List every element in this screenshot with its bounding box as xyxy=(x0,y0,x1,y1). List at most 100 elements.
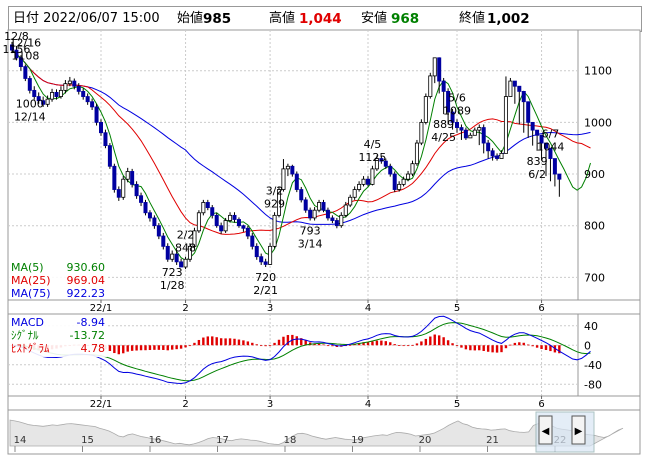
x-tick-label: 22/1 xyxy=(90,399,112,410)
macd-histogram-bar xyxy=(433,334,436,346)
candle-body xyxy=(481,127,486,144)
candle-body xyxy=(121,178,126,198)
candle-body xyxy=(312,209,317,219)
macd-histogram-bar xyxy=(197,339,201,346)
candle-body xyxy=(552,158,557,175)
candle-body xyxy=(90,101,95,108)
macd-histogram-bar xyxy=(380,340,383,346)
candle-body xyxy=(419,121,424,144)
macd-histogram-bar xyxy=(415,343,419,346)
annotation-line1: 1000 xyxy=(16,97,44,110)
candle-body xyxy=(170,253,175,260)
candle-body xyxy=(530,121,535,131)
macd-histogram-bar xyxy=(451,343,454,346)
candle-body xyxy=(45,98,50,105)
macd-legend-value: 4.78 xyxy=(81,342,106,355)
macd-histogram-bar xyxy=(402,345,405,347)
candle-body xyxy=(23,66,28,79)
candle-body xyxy=(147,212,152,219)
annotation-line2: 1044 xyxy=(536,140,564,153)
candle-body xyxy=(437,57,442,82)
candle-body xyxy=(134,183,139,197)
macd-histogram-bar xyxy=(464,345,468,350)
navigator-tick-label: 16 xyxy=(149,435,162,446)
macd-histogram-bar xyxy=(482,345,485,352)
candle-body xyxy=(352,189,357,198)
candle-body xyxy=(245,227,250,237)
candle-body xyxy=(139,195,144,203)
macd-histogram-bar xyxy=(224,338,227,346)
candle-body xyxy=(325,209,330,219)
candle-body xyxy=(161,235,166,247)
annotation-line2: 6/2 xyxy=(528,168,546,181)
candle-body xyxy=(423,96,428,123)
ma-legend-name: MA(25) xyxy=(11,274,51,287)
candle-body xyxy=(152,217,157,227)
ma-legend-name: MA(5) xyxy=(11,261,44,274)
macd-histogram-bar xyxy=(491,345,494,353)
annotation-line2: 2/21 xyxy=(253,284,278,297)
annotation-line2: 929 xyxy=(264,197,285,210)
macd-histogram-bar xyxy=(273,342,276,346)
macd-histogram-bar xyxy=(473,345,476,351)
candle-body xyxy=(499,152,504,159)
macd-tick-label: -80 xyxy=(584,378,602,391)
macd-histogram-bar xyxy=(469,345,472,351)
candle-body xyxy=(285,165,290,170)
macd-histogram-bar xyxy=(518,342,521,346)
candle-body xyxy=(81,90,86,97)
macd-legend-name: ｼｸﾞﾅﾙ xyxy=(11,329,39,342)
candle-body xyxy=(503,96,508,154)
annotation-line1: 2/2 xyxy=(177,229,195,242)
macd-histogram-bar xyxy=(202,337,205,346)
macd-histogram-bar xyxy=(237,339,241,346)
candle-body xyxy=(250,235,255,247)
macd-histogram-bar xyxy=(424,338,428,346)
x-tick-label: 5 xyxy=(454,303,460,314)
candle-body xyxy=(94,106,99,123)
macd-histogram-bar xyxy=(513,342,517,346)
macd-histogram-bar xyxy=(206,336,209,346)
macd-tick-label: 40 xyxy=(584,320,598,333)
macd-histogram-bar xyxy=(429,336,432,346)
candle-body xyxy=(219,225,224,232)
macd-histogram-bar xyxy=(460,345,463,348)
macd-histogram-bar xyxy=(397,345,401,346)
candle-body xyxy=(406,173,411,180)
macd-histogram-bar xyxy=(531,345,534,347)
annotation-line2: 1089 xyxy=(443,104,471,117)
candle-body xyxy=(526,101,531,123)
candle-body xyxy=(468,134,473,139)
macd-histogram-bar xyxy=(282,336,285,346)
candle-body xyxy=(85,96,90,103)
candle-body xyxy=(477,127,482,131)
macd-histogram-bar xyxy=(130,345,134,351)
macd-histogram-bar xyxy=(184,345,187,348)
candle-body xyxy=(130,171,135,185)
candle-body xyxy=(165,245,170,260)
macd-histogram-bar xyxy=(277,339,281,346)
candle-body xyxy=(214,214,219,227)
candle-body xyxy=(441,80,446,92)
candle-body xyxy=(459,127,464,131)
macd-histogram-bar xyxy=(535,345,539,348)
candle-body xyxy=(343,204,348,216)
candle-body xyxy=(63,83,68,91)
macd-histogram-bar xyxy=(393,344,396,346)
macd-histogram-bar xyxy=(264,345,267,347)
candle-body xyxy=(259,256,264,263)
macd-histogram-bar xyxy=(113,345,116,354)
candle-body xyxy=(512,80,517,87)
candle-body xyxy=(72,80,77,87)
navigator-tick-label: 21 xyxy=(486,435,499,446)
candle-body xyxy=(361,178,366,185)
macd-histogram-bar xyxy=(260,345,263,347)
macd-histogram-bar xyxy=(188,345,192,347)
candle-body xyxy=(76,85,81,92)
macd-histogram-bar xyxy=(446,340,450,346)
x-tick-label: 22/1 xyxy=(90,303,112,314)
candle-body xyxy=(428,75,433,97)
candle-body xyxy=(223,220,228,232)
x-tick-label: 5 xyxy=(454,399,460,410)
macd-histogram-bar xyxy=(384,341,387,346)
